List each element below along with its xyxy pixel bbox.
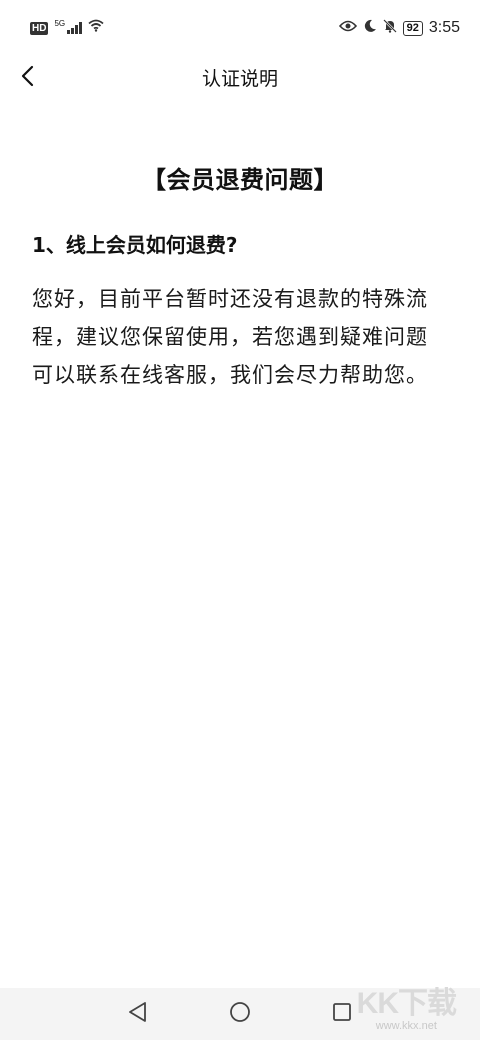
answer-text: 您好，目前平台暂时还没有退款的特殊流程，建议您保留使用，若您遇到疑难问题可以联系… xyxy=(32,287,428,387)
watermark-logo: KK下载 xyxy=(356,987,457,1020)
signal-icon xyxy=(67,22,82,34)
wifi-icon xyxy=(88,19,104,37)
status-right: 92 3:55 xyxy=(338,18,460,38)
status-left: HD 5G xyxy=(30,19,104,37)
status-bar: HD 5G 92 3:55 xyxy=(0,0,480,56)
battery-icon: 92 xyxy=(402,20,423,36)
network-type-label: 5G xyxy=(54,19,66,28)
moon-icon xyxy=(363,19,377,38)
nav-recents-button[interactable] xyxy=(330,1002,354,1026)
page-title: 认证说明 xyxy=(201,68,278,90)
recents-square-icon xyxy=(332,1002,352,1026)
section-title: 【会员退费问题】 xyxy=(142,166,338,194)
eye-icon xyxy=(338,19,357,37)
nav-home-button[interactable] xyxy=(228,1002,252,1026)
hd-icon: HD xyxy=(30,21,49,35)
header: 认证说明 xyxy=(0,56,480,100)
nav-back-button[interactable] xyxy=(126,1002,150,1026)
clock: 3:55 xyxy=(428,19,460,36)
back-triangle-icon xyxy=(128,1001,148,1027)
content: 【会员退费问题】 1、线上会员如何退费? 您好，目前平台暂时还没有退款的特殊流程… xyxy=(32,160,448,394)
watermark-url: www.kkx.net xyxy=(375,1020,437,1032)
home-circle-icon xyxy=(229,1001,251,1027)
bell-off-icon xyxy=(382,18,397,38)
watermark: KK下载 www.kkx.net xyxy=(356,987,457,1033)
question-heading: 1、线上会员如何退费? xyxy=(32,233,238,257)
